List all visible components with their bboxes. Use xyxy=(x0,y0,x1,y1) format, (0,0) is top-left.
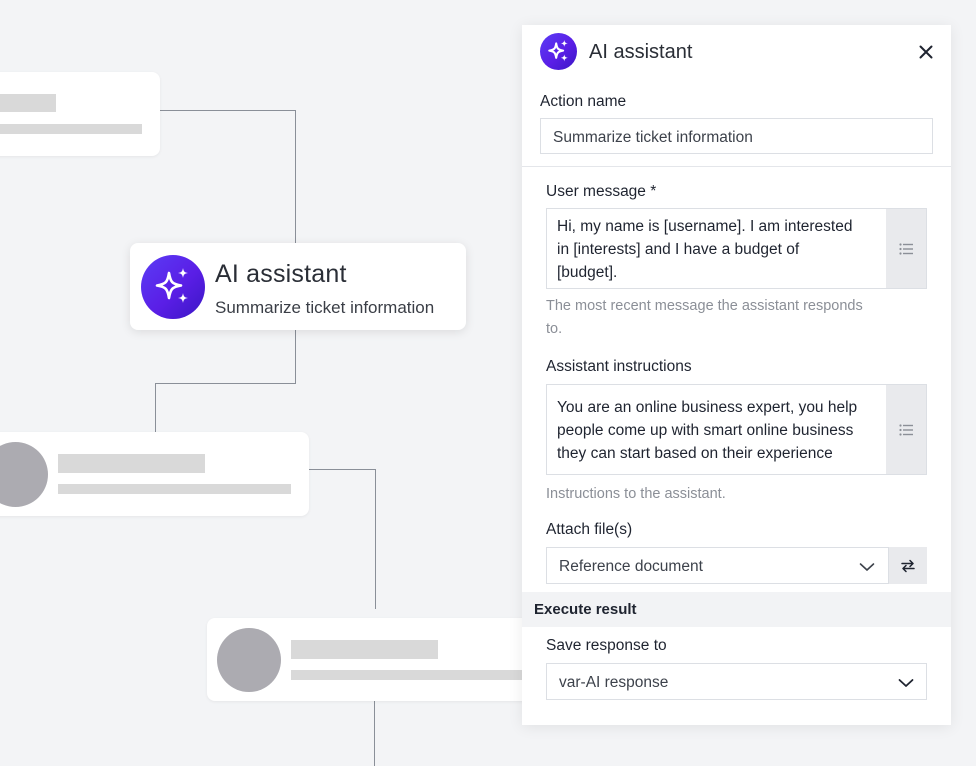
node-title: AI assistant xyxy=(215,260,347,288)
save-response-select[interactable]: var-AI response xyxy=(546,663,927,700)
user-message-label: User message * xyxy=(546,183,657,200)
assistant-instructions-hint: Instructions to the assistant. xyxy=(546,486,726,502)
placeholder-node[interactable] xyxy=(0,72,160,156)
list-icon xyxy=(899,242,913,255)
execute-result-section: Execute result xyxy=(522,592,951,627)
placeholder-avatar xyxy=(217,628,281,692)
user-message-text: Hi, my name is [username]. I am interest… xyxy=(557,215,882,284)
node-subtitle: Summarize ticket information xyxy=(215,298,435,317)
swap-icon xyxy=(901,559,915,572)
variable-picker-button[interactable] xyxy=(886,385,926,474)
placeholder-text-bar xyxy=(58,484,291,494)
connector-line xyxy=(295,330,296,383)
action-name-input[interactable]: Summarize ticket information xyxy=(540,118,933,154)
sparkles-icon xyxy=(141,255,205,319)
ai-assistant-panel: AI assistant Action name Summarize ticke… xyxy=(522,25,951,725)
placeholder-text-bar xyxy=(291,670,537,680)
action-name-value: Summarize ticket information xyxy=(553,129,753,146)
close-icon[interactable] xyxy=(914,40,938,64)
connector-line xyxy=(160,110,296,111)
variable-picker-button[interactable] xyxy=(886,209,926,288)
hint-line: The most recent message the assistant re… xyxy=(546,298,863,314)
execute-result-title: Execute result xyxy=(534,601,637,618)
ai-assistant-node[interactable]: AI assistant Summarize ticket informatio… xyxy=(130,243,466,330)
sparkles-icon xyxy=(540,33,577,70)
instructions-line: people come up with smart online busines… xyxy=(557,422,854,439)
chevron-down-icon xyxy=(898,679,914,687)
section-divider xyxy=(522,166,951,167)
save-response-value: var-AI response xyxy=(559,674,669,691)
placeholder-title-bar xyxy=(0,94,56,112)
user-message-line: in [interests] and I have a budget of xyxy=(557,241,800,258)
attach-files-select[interactable]: Reference document xyxy=(546,547,889,584)
hint-line: to. xyxy=(546,321,563,337)
connector-line xyxy=(155,383,156,433)
placeholder-title-bar xyxy=(291,640,438,659)
user-message-line: [budget]. xyxy=(557,264,618,281)
list-icon xyxy=(899,423,913,436)
user-message-hint: The most recent message the assistant re… xyxy=(546,295,863,341)
placeholder-node[interactable] xyxy=(207,618,537,701)
user-message-line: Hi, my name is [username]. I am interest… xyxy=(557,218,853,235)
action-name-label: Action name xyxy=(540,93,627,110)
chevron-down-icon xyxy=(859,563,875,571)
instructions-line: they can start based on their experience xyxy=(557,445,833,462)
placeholder-text-bar xyxy=(0,124,142,134)
placeholder-node[interactable] xyxy=(0,432,309,516)
panel-header: AI assistant xyxy=(522,25,951,77)
user-message-textarea[interactable]: Hi, my name is [username]. I am interest… xyxy=(546,208,927,289)
save-response-label: Save response to xyxy=(546,637,667,654)
assistant-instructions-text: You are an online business expert, you h… xyxy=(557,396,882,465)
placeholder-avatar xyxy=(0,442,48,507)
connector-line xyxy=(155,383,296,384)
assistant-instructions-label: Assistant instructions xyxy=(546,358,692,375)
connector-line xyxy=(309,469,376,470)
connector-line xyxy=(375,469,376,609)
connector-line xyxy=(295,110,296,244)
panel-title: AI assistant xyxy=(589,41,693,63)
placeholder-title-bar xyxy=(58,454,205,473)
attach-files-value: Reference document xyxy=(559,558,703,575)
swap-button[interactable] xyxy=(889,547,927,584)
connector-line xyxy=(374,700,375,766)
instructions-line: You are an online business expert, you h… xyxy=(557,399,858,416)
assistant-instructions-textarea[interactable]: You are an online business expert, you h… xyxy=(546,384,927,475)
attach-files-label: Attach file(s) xyxy=(546,521,633,538)
